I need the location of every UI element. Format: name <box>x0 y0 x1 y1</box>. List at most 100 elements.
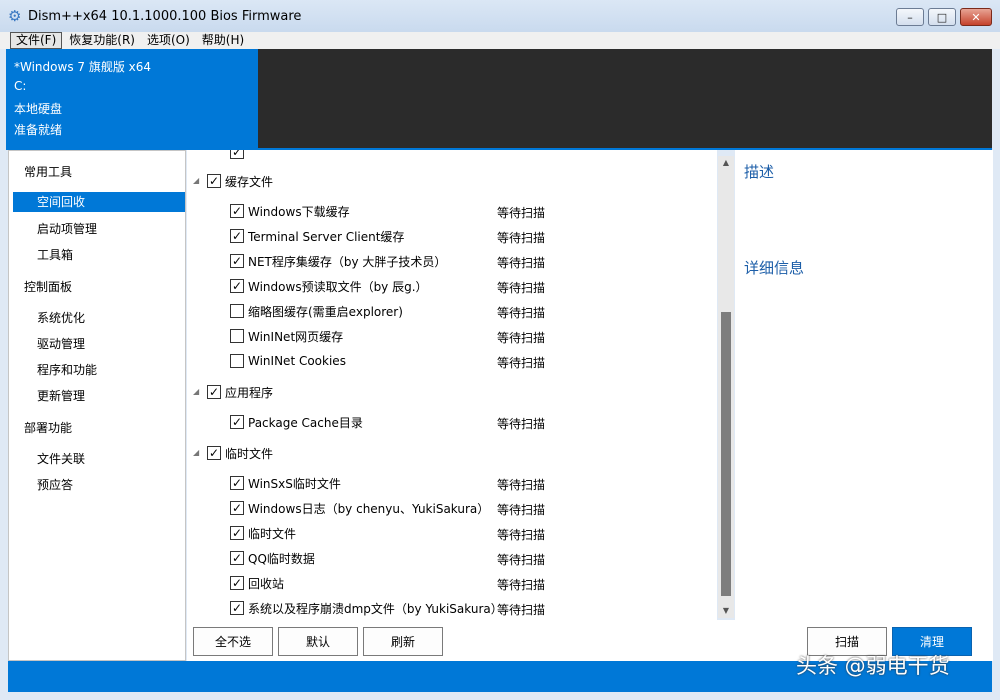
item-label: 临时文件 <box>248 526 297 541</box>
checkbox[interactable]: ✓ <box>230 204 244 218</box>
checkbox[interactable]: ✓ <box>230 501 244 515</box>
checkbox[interactable]: ✓ <box>207 174 221 188</box>
item-label: WinSxS临时文件 <box>248 476 341 491</box>
sidebar-group-control-panel[interactable]: 控制面板 <box>24 278 72 295</box>
category-temp-files[interactable]: ✓ 临时文件 <box>207 443 273 463</box>
checkbox[interactable]: ✓ <box>207 446 221 460</box>
category-label: 应用程序 <box>225 385 274 400</box>
sidebar-item-space-reclaim[interactable]: 空间回收 <box>13 192 185 212</box>
list-item[interactable]: ✓ NET程序集缓存（by 大胖子技术员） <box>230 251 446 271</box>
minimize-button[interactable]: – <box>896 8 924 26</box>
sidebar-item-toolbox[interactable]: 工具箱 <box>37 246 73 263</box>
item-status: 等待扫描 <box>497 603 546 617</box>
drive-type: 本地硬盘 <box>14 102 63 116</box>
scroll-up-arrow-icon[interactable]: ▲ <box>718 156 734 170</box>
checkbox[interactable]: ✓ <box>230 254 244 268</box>
checkbox[interactable] <box>230 329 244 343</box>
category-label: 缓存文件 <box>225 174 274 189</box>
title-bar: ⚙ Dism++x64 10.1.1000.100 Bios Firmware … <box>0 0 1000 33</box>
item-label: WinINet网页缓存 <box>248 329 344 344</box>
sidebar-item-driver-manager[interactable]: 驱动管理 <box>37 335 85 352</box>
list-item-clipped[interactable]: ✓ <box>230 150 244 162</box>
collapse-arrow-icon[interactable]: ◢ <box>193 176 199 185</box>
window-controls: – □ ✕ <box>896 8 992 26</box>
sidebar-item-answer-file[interactable]: 预应答 <box>37 476 73 493</box>
session-list-area <box>258 49 992 148</box>
item-status: 等待扫描 <box>497 331 546 345</box>
list-item[interactable]: ✓ 系统以及程序崩溃dmp文件（by YukiSakura） <box>230 598 503 618</box>
scroll-down-arrow-icon[interactable]: ▼ <box>718 604 734 618</box>
menu-file[interactable]: 文件(F) <box>10 32 63 49</box>
sidebar-item-update-manager[interactable]: 更新管理 <box>37 387 85 404</box>
window-title: Dism++x64 10.1.1000.100 Bios Firmware <box>28 9 302 24</box>
list-item[interactable]: ✓ Windows下载缓存 <box>230 201 350 221</box>
item-status: 等待扫描 <box>497 306 546 320</box>
item-status: 等待扫描 <box>497 356 546 370</box>
refresh-button[interactable]: 刷新 <box>363 627 443 656</box>
list-scrollbar[interactable]: ▲ ▼ <box>718 156 734 618</box>
sidebar-group-deployment[interactable]: 部署功能 <box>24 419 72 436</box>
checkbox[interactable]: ✓ <box>230 150 244 159</box>
sidebar: 常用工具 空间回收 启动项管理 工具箱 控制面板 系统优化 驱动管理 程序和功能… <box>8 150 186 661</box>
scroll-thumb[interactable] <box>721 312 731 596</box>
list-item[interactable]: ✓ Terminal Server Client缓存 <box>230 226 404 246</box>
gears-icon: ⚙ <box>8 7 22 25</box>
checkbox[interactable] <box>230 304 244 318</box>
list-item[interactable]: ✓ Windows日志（by chenyu、YukiSakura） <box>230 498 489 518</box>
list-item[interactable]: ✓ 临时文件 <box>230 523 296 543</box>
default-button[interactable]: 默认 <box>278 627 358 656</box>
checkbox[interactable]: ✓ <box>230 229 244 243</box>
os-name: *Windows 7 旗舰版 x64 <box>14 60 152 74</box>
maximize-button[interactable]: □ <box>928 8 956 26</box>
item-status: 等待扫描 <box>497 417 546 431</box>
checkbox[interactable]: ✓ <box>230 476 244 490</box>
sidebar-item-file-association[interactable]: 文件关联 <box>37 450 85 467</box>
list-item[interactable]: ✓ 回收站 <box>230 573 284 593</box>
window-bottom-border <box>0 692 1000 700</box>
list-item[interactable]: ✓ Package Cache目录 <box>230 412 363 432</box>
item-status: 等待扫描 <box>497 256 546 270</box>
item-label: 系统以及程序崩溃dmp文件（by YukiSakura） <box>248 601 503 616</box>
category-applications[interactable]: ✓ 应用程序 <box>207 382 273 402</box>
checkbox[interactable]: ✓ <box>230 576 244 590</box>
item-status: 等待扫描 <box>497 503 546 517</box>
list-item[interactable]: ✓ WinSxS临时文件 <box>230 473 341 493</box>
menu-restore[interactable]: 恢复功能(R) <box>64 33 140 48</box>
sidebar-item-system-optimize[interactable]: 系统优化 <box>37 309 85 326</box>
checkbox[interactable]: ✓ <box>230 526 244 540</box>
category-cache-files[interactable]: ✓ 缓存文件 <box>207 171 273 191</box>
checkbox[interactable]: ✓ <box>230 279 244 293</box>
checkbox[interactable]: ✓ <box>207 385 221 399</box>
collapse-arrow-icon[interactable]: ◢ <box>193 448 199 457</box>
collapse-arrow-icon[interactable]: ◢ <box>193 387 199 396</box>
menu-options[interactable]: 选项(O) <box>142 33 195 48</box>
checkbox[interactable] <box>230 354 244 368</box>
checkbox[interactable]: ✓ <box>230 601 244 615</box>
sidebar-group-common-tools[interactable]: 常用工具 <box>24 163 72 180</box>
sidebar-item-startup-manager[interactable]: 启动项管理 <box>37 220 97 237</box>
item-label: 回收站 <box>248 576 285 591</box>
checkbox[interactable]: ✓ <box>230 551 244 565</box>
description-heading: 描述 <box>744 163 775 181</box>
select-none-button[interactable]: 全不选 <box>193 627 273 656</box>
cleanup-list: ✓ ◢ ✓ 缓存文件 ✓ Windows下载缓存 等待扫描 ✓ Terminal… <box>187 150 717 620</box>
item-label: WinINet Cookies <box>248 354 346 368</box>
watermark: 头条 @弱电干货 <box>796 654 950 678</box>
item-status: 等待扫描 <box>497 206 546 220</box>
list-item[interactable]: ✓ QQ临时数据 <box>230 548 315 568</box>
item-status: 等待扫描 <box>497 231 546 245</box>
list-item[interactable]: ✓ Windows预读取文件（by 辰g.） <box>230 276 428 296</box>
sidebar-item-programs-features[interactable]: 程序和功能 <box>37 361 97 378</box>
item-label: Package Cache目录 <box>248 415 363 430</box>
session-status: 准备就绪 <box>14 123 63 137</box>
close-button[interactable]: ✕ <box>960 8 992 26</box>
list-item[interactable]: WinINet Cookies <box>230 351 346 371</box>
list-item[interactable]: WinINet网页缓存 <box>230 326 343 346</box>
item-status: 等待扫描 <box>497 578 546 592</box>
menu-help[interactable]: 帮助(H) <box>197 33 249 48</box>
item-label: NET程序集缓存（by 大胖子技术员） <box>248 254 447 269</box>
session-info-panel[interactable]: *Windows 7 旗舰版 x64 C: 本地硬盘 准备就绪 <box>6 49 258 148</box>
checkbox[interactable]: ✓ <box>230 415 244 429</box>
list-item[interactable]: 缩略图缓存(需重启explorer) <box>230 301 403 321</box>
item-label: Windows日志（by chenyu、YukiSakura） <box>248 501 490 516</box>
